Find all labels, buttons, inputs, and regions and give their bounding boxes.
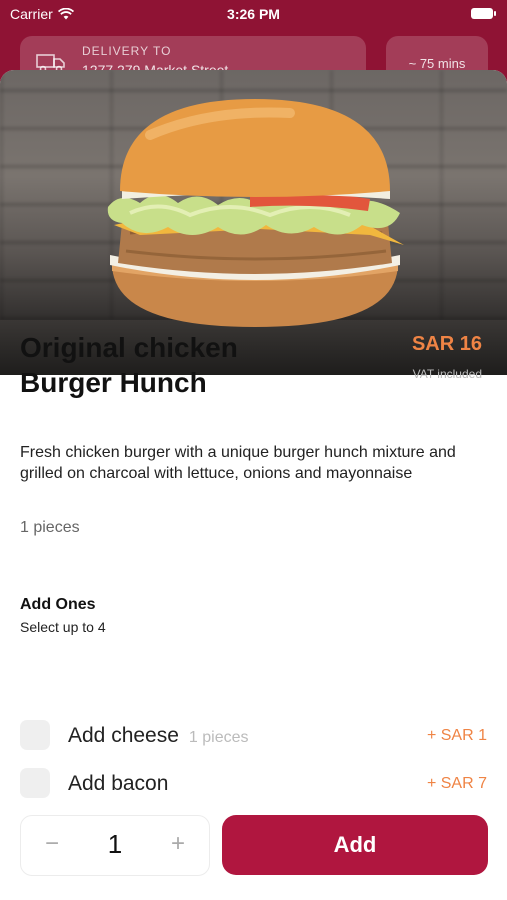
delivery-eta: ~ 75 mins <box>408 56 466 71</box>
addon-name: Add bacon <box>68 772 169 795</box>
addons-title: Add Ones <box>20 596 96 613</box>
addon-item-cheese[interactable]: Add cheese 1 pieces + SAR 1 <box>20 720 487 754</box>
addon-qty: 1 pieces <box>188 729 249 746</box>
checkbox-icon[interactable] <box>20 768 50 798</box>
product-price: SAR 16 <box>411 333 482 355</box>
addons-subtitle: Select up to 4 <box>20 619 106 635</box>
addon-price: + SAR 7 <box>426 775 487 792</box>
delivery-label: DELIVERY TO <box>82 44 172 58</box>
product-title: Original chicken Burger Hunch <box>20 332 238 398</box>
product-description: Fresh chicken burger with a unique burge… <box>20 444 456 482</box>
quantity-stepper: − 1 + <box>20 815 210 876</box>
addon-name: Add cheese <box>68 724 179 747</box>
burger-illustration <box>107 99 404 327</box>
product-pieces: 1 pieces <box>20 519 80 536</box>
addon-label: Add cheese 1 pieces <box>68 724 249 748</box>
vat-note: VAT included <box>412 367 482 381</box>
checkbox-icon[interactable] <box>20 720 50 750</box>
status-time: 3:26 PM <box>227 6 280 22</box>
increment-button[interactable]: + <box>163 830 193 858</box>
add-to-cart-button[interactable]: Add <box>222 815 488 875</box>
addon-price: + SAR 1 <box>426 727 487 744</box>
battery-icon <box>471 8 496 19</box>
addon-item-bacon[interactable]: Add bacon + SAR 7 <box>20 768 487 802</box>
status-bar: Carrier 3:26 PM <box>0 0 507 28</box>
addon-label: Add bacon <box>68 772 168 796</box>
